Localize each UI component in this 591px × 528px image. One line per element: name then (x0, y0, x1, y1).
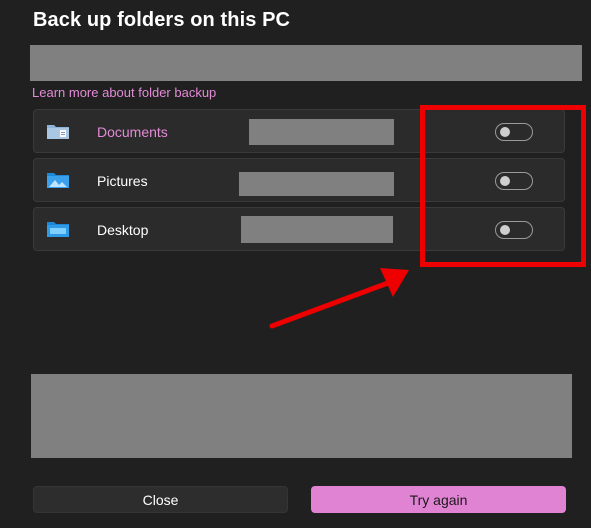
annotation-arrow (269, 268, 409, 329)
